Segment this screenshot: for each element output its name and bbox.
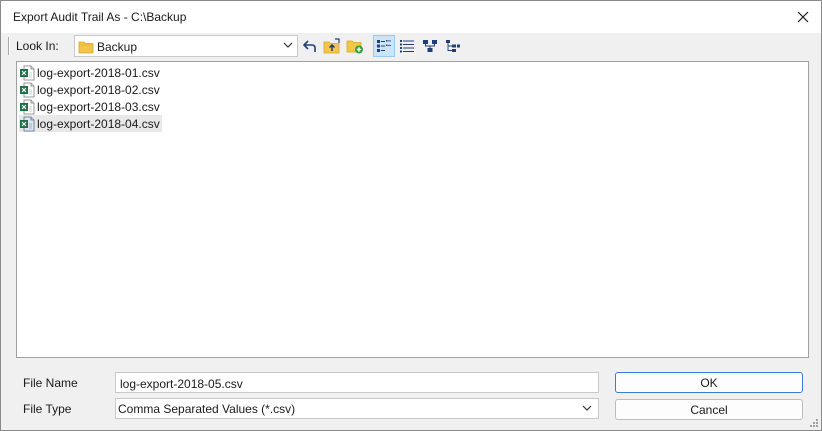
excel-csv-icon bbox=[20, 99, 35, 114]
list-item[interactable]: log-export-2018-02.csv bbox=[19, 81, 162, 98]
look-in-combo[interactable]: Backup bbox=[74, 35, 298, 57]
file-name: log-export-2018-04.csv bbox=[37, 116, 160, 131]
tree-view-icon bbox=[423, 40, 437, 52]
window-title: Export Audit Trail As - C:\Backup bbox=[13, 10, 187, 24]
export-dialog: Export Audit Trail As - C:\Backup Look I… bbox=[0, 0, 822, 431]
list-item-selected[interactable]: log-export-2018-04.csv bbox=[19, 115, 162, 132]
file-type-label: File Type bbox=[23, 402, 72, 416]
file-name-input[interactable] bbox=[116, 373, 594, 394]
title-bar: Export Audit Trail As - C:\Backup bbox=[1, 1, 821, 33]
file-name-field[interactable] bbox=[115, 372, 599, 394]
list-item[interactable]: log-export-2018-01.csv bbox=[19, 64, 162, 81]
look-in-label: Look In: bbox=[16, 39, 59, 53]
file-type-value: Comma Separated Values (*.csv) bbox=[118, 402, 296, 416]
list-item[interactable]: log-export-2018-03.csv bbox=[19, 98, 162, 115]
up-folder-button[interactable] bbox=[321, 35, 343, 57]
hierarchy-view-icon bbox=[446, 40, 460, 52]
file-type-select[interactable]: Comma Separated Values (*.csv) bbox=[115, 398, 599, 419]
toolbar: Look In: Backup bbox=[1, 33, 821, 59]
file-name: log-export-2018-01.csv bbox=[37, 65, 160, 80]
file-list[interactable]: log-export-2018-01.csv log-export-2018-0… bbox=[16, 61, 809, 358]
excel-csv-icon bbox=[20, 65, 35, 80]
cancel-button[interactable]: Cancel bbox=[615, 399, 803, 420]
look-in-value: Backup bbox=[97, 40, 138, 54]
ok-button[interactable]: OK bbox=[615, 372, 803, 393]
toolbar-separator bbox=[8, 37, 10, 55]
hierarchy-view-button[interactable] bbox=[442, 35, 464, 57]
chevron-down-icon bbox=[283, 42, 293, 48]
back-button[interactable] bbox=[299, 35, 321, 57]
file-name-label: File Name bbox=[23, 376, 78, 390]
file-name: log-export-2018-02.csv bbox=[37, 82, 160, 97]
new-folder-button[interactable] bbox=[344, 35, 366, 57]
close-icon bbox=[797, 11, 809, 23]
list-view-icon bbox=[377, 40, 391, 52]
excel-csv-icon bbox=[20, 116, 35, 131]
chevron-down-icon bbox=[582, 405, 592, 411]
list-view-button[interactable] bbox=[373, 35, 395, 57]
details-view-button[interactable] bbox=[396, 35, 418, 57]
up-folder-icon bbox=[323, 38, 340, 54]
folder-icon bbox=[78, 41, 94, 54]
tree-view-button[interactable] bbox=[419, 35, 441, 57]
new-folder-icon bbox=[346, 40, 363, 54]
excel-csv-icon bbox=[20, 82, 35, 97]
close-button[interactable] bbox=[791, 5, 815, 29]
resize-grip-icon[interactable] bbox=[809, 418, 819, 428]
details-view-icon bbox=[400, 40, 414, 53]
file-name: log-export-2018-03.csv bbox=[37, 99, 160, 114]
back-icon bbox=[302, 40, 316, 52]
